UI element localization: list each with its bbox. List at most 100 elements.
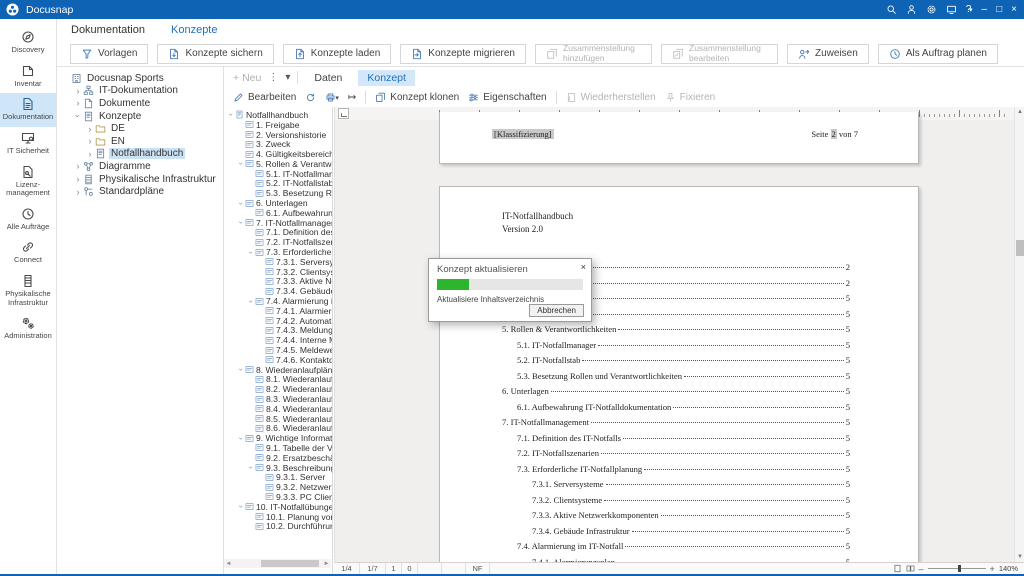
tree-item-9-3-3-pc-clients[interactable]: 9.3.3. PC Clients bbox=[224, 492, 332, 502]
tree-item-dokumente[interactable]: ›Dokumente bbox=[57, 97, 223, 110]
clone-concept-button[interactable]: Konzept klonen bbox=[375, 92, 459, 103]
tree-item-de[interactable]: ›DE bbox=[57, 122, 223, 135]
toc-entry-6-unterlagen[interactable]: 6. Unterlagen5 bbox=[502, 386, 850, 402]
tree-item-8-1-wiederanlaufplan-reche[interactable]: 8.1. Wiederanlaufplan Reche bbox=[224, 375, 332, 385]
tree-item-7-4-4-interne-meldung-g[interactable]: 7.4.4. Interne Meldung g bbox=[224, 335, 332, 345]
tree-item-9-3-beschreibung-der-iuk-sy[interactable]: ›9.3. Beschreibung der IuK-Sy bbox=[224, 463, 332, 473]
tab-dokumentation[interactable]: Dokumentation bbox=[71, 24, 145, 36]
collapse-icon[interactable]: › bbox=[73, 111, 83, 121]
tree-item-7-3-4-gebäude-infrastruktur[interactable]: 7.3.4. Gebäude Infrastruktur bbox=[224, 286, 332, 296]
tree-item-10-it-notfallübungen[interactable]: ›10. IT-Notfallübungen bbox=[224, 502, 332, 512]
zusammenstellung-bearbeiten-button[interactable]: Zusammenstellung bearbeiten bbox=[661, 44, 778, 64]
sidebar-item-administration[interactable]: Administration bbox=[0, 312, 56, 346]
tree-item-7-3-erforderliche-it-notfallplanung[interactable]: ›7.3. Erforderliche IT-Notfallplanung bbox=[224, 247, 332, 257]
user-icon[interactable] bbox=[906, 4, 917, 15]
search-icon[interactable] bbox=[886, 4, 897, 15]
tree-item-diagramme[interactable]: ›Diagramme bbox=[57, 160, 223, 173]
toc-entry-7-it-notfallmanagement[interactable]: 7. IT-Notfallmanagement5 bbox=[502, 417, 850, 433]
tree-item-7-4-5-meldeweg[interactable]: 7.4.5. Meldeweg bbox=[224, 345, 332, 355]
edit-button[interactable]: Bearbeiten bbox=[233, 92, 296, 103]
sidebar-item-discovery[interactable]: Discovery bbox=[0, 26, 56, 60]
zoom-in-button[interactable]: + bbox=[990, 564, 995, 574]
tab-stop-selector[interactable] bbox=[338, 108, 349, 119]
toc-entry-5-2-it-notfallstab[interactable]: 5.2. IT-Notfallstab5 bbox=[502, 355, 850, 371]
expand-icon[interactable]: › bbox=[73, 161, 83, 171]
collapse-icon[interactable]: › bbox=[227, 111, 236, 119]
tree-item-7-4-alarmierung-im-it-notfall[interactable]: ›7.4. Alarmierung im IT-Notfall bbox=[224, 296, 332, 306]
tree-item-9-3-1-server[interactable]: 9.3.1. Server bbox=[224, 472, 332, 482]
page-view-icon[interactable] bbox=[893, 564, 902, 573]
tree-item-notfallhandbuch[interactable]: ›Notfallhandbuch bbox=[224, 110, 332, 120]
tree-item-docusnap-sports[interactable]: Docusnap Sports bbox=[57, 72, 223, 85]
tree-item-8-6-wiederanlaufplan-kritisc[interactable]: 8.6. Wiederanlaufplan kritisc bbox=[224, 424, 332, 434]
properties-button[interactable]: Eigenschaften bbox=[468, 92, 546, 103]
tree-item-notfallhandbuch[interactable]: ›Notfallhandbuch bbox=[57, 148, 223, 161]
cancel-button[interactable]: Abbrechen bbox=[529, 304, 584, 317]
toc-entry-5-1-it-notfallmanager[interactable]: 5.1. IT-Notfallmanager5 bbox=[502, 340, 850, 356]
konzepte-laden-button[interactable]: Konzepte laden bbox=[283, 44, 392, 64]
tree-item-10-1-planung-von-it-notfal[interactable]: 10.1. Planung von IT-Notfal bbox=[224, 512, 332, 522]
tree-item-5-2-it-notfallstab[interactable]: 5.2. IT-Notfallstab bbox=[224, 179, 332, 189]
toc-entry-7-3-1-serversysteme[interactable]: 7.3.1. Serversysteme5 bbox=[502, 479, 850, 495]
toc-entry-7-3-2-clientsysteme[interactable]: 7.3.2. Clientsysteme5 bbox=[502, 495, 850, 511]
zusammenstellung-hinzufügen-button[interactable]: Zusammenstellung hinzufügen bbox=[535, 44, 652, 64]
display-options-icon[interactable] bbox=[946, 4, 957, 15]
tree-item-9-3-2-netzwerkinfrastrukt[interactable]: 9.3.2. Netzwerkinfrastrukt bbox=[224, 482, 332, 492]
tab-konzepte[interactable]: Konzepte bbox=[171, 24, 217, 36]
tree-item-7-3-2-clientsysteme[interactable]: 7.3.2. Clientsysteme bbox=[224, 267, 332, 277]
expand-icon[interactable]: › bbox=[73, 98, 83, 108]
scroll-right-icon[interactable]: ► bbox=[322, 561, 331, 567]
tree-item-8-4-wiederanlaufplan-erp[interactable]: 8.4. Wiederanlaufplan ERP bbox=[224, 404, 332, 414]
tree-item-7-4-6-kontaktdaten-it-n[interactable]: 7.4.6. Kontaktdaten IT-N bbox=[224, 355, 332, 365]
sidebar-item-it-sicherheit[interactable]: IT Sicherheit bbox=[0, 127, 56, 161]
dropdown-icon[interactable]: ▾ bbox=[285, 72, 290, 83]
refresh-button[interactable] bbox=[305, 92, 316, 103]
new-button[interactable]: + Neu bbox=[233, 72, 261, 84]
tree-item-7-1-definition-des-it-notfalls[interactable]: 7.1. Definition des IT-Notfalls bbox=[224, 228, 332, 238]
toc-entry-7-3-4-gebäude-infrastruktur[interactable]: 7.3.4. Gebäude Infrastruktur5 bbox=[502, 526, 850, 542]
expand-icon[interactable]: › bbox=[73, 187, 83, 197]
expand-icon[interactable]: › bbox=[85, 136, 95, 146]
tree-item-konzepte[interactable]: ›Konzepte bbox=[57, 110, 223, 123]
tree-item-7-3-1-serversysteme[interactable]: 7.3.1. Serversysteme bbox=[224, 257, 332, 267]
tree-item-4-gültigkeitsbereich[interactable]: 4. Gültigkeitsbereich bbox=[224, 149, 332, 159]
collapse-icon[interactable]: › bbox=[237, 160, 246, 168]
tab-daten[interactable]: Daten bbox=[305, 70, 351, 86]
tree-item-9-1-tabelle-der-verfügbarke[interactable]: 9.1. Tabelle der Verfügbarke bbox=[224, 443, 332, 453]
toc-entry-7-4-alarmierung-im-it-notfall[interactable]: 7.4. Alarmierung im IT-Notfall5 bbox=[502, 541, 850, 557]
document-page-2[interactable]: IT-Notfallhandbuch Version 2.0 1. Freiga… bbox=[439, 186, 919, 562]
scroll-up-icon[interactable]: ▲ bbox=[1015, 107, 1024, 117]
classification-field[interactable]: [Klassifizierung] bbox=[492, 129, 554, 139]
tree-item-7-2-it-notfallszenarien[interactable]: 7.2. IT-Notfallszenarien bbox=[224, 237, 332, 247]
toc-entry-7-3-erforderliche-it-notfallplanung[interactable]: 7.3. Erforderliche IT-Notfallplanung5 bbox=[502, 464, 850, 480]
toc-entry-7-3-3-aktive-netzwerkkomponenten[interactable]: 7.3.3. Aktive Netzwerkkomponenten5 bbox=[502, 510, 850, 526]
toc-entry-6-1-aufbewahrung-it-notfalldokumentation[interactable]: 6.1. Aufbewahrung IT-Notfalldokumentatio… bbox=[502, 402, 850, 418]
tree-item-9-2-ersatzbeschäftigungspla[interactable]: 9.2. Ersatzbeschäftigungspla bbox=[224, 453, 332, 463]
goto-button[interactable]: ↦ bbox=[348, 92, 356, 103]
sidebar-item-dokumentation[interactable]: Dokumentation bbox=[0, 93, 56, 127]
konzepte-sichern-button[interactable]: Konzepte sichern bbox=[157, 44, 273, 64]
tree-item-8-2-wiederanlaufplan-active[interactable]: 8.2. Wiederanlaufplan Active bbox=[224, 384, 332, 394]
zoom-slider[interactable] bbox=[928, 568, 986, 569]
print-button[interactable]: ▾ bbox=[325, 92, 339, 103]
vorlagen-button[interactable]: Vorlagen bbox=[70, 44, 148, 64]
collapse-icon[interactable]: › bbox=[237, 219, 246, 227]
tree-item-7-3-3-aktive-netzwerkkomponenten[interactable]: 7.3.3. Aktive Netzwerkkomponenten bbox=[224, 277, 332, 287]
maximize-button[interactable]: □ bbox=[996, 0, 1002, 19]
document-page-1[interactable]: [Klassifizierung] Seite 2 von 7 bbox=[439, 112, 919, 164]
collapse-icon[interactable]: › bbox=[237, 434, 246, 442]
collapse-icon[interactable]: › bbox=[247, 464, 256, 472]
collapse-icon[interactable]: › bbox=[237, 366, 246, 374]
tree-item-6-1-aufbewahrung-it-notfalldokumentation[interactable]: 6.1. Aufbewahrung IT-Notfalldokumentatio… bbox=[224, 208, 332, 218]
collapse-icon[interactable]: › bbox=[247, 297, 256, 305]
help-button[interactable]: ? ▾ bbox=[966, 0, 973, 20]
toc-entry-5-rollen-verantwortlichkeiten[interactable]: 5. Rollen & Verantwortlichkeiten5 bbox=[502, 324, 850, 340]
sidebar-item-inventar[interactable]: Inventar bbox=[0, 60, 56, 94]
zuweisen-button[interactable]: Zuweisen bbox=[787, 44, 869, 64]
more-menu-icon[interactable]: ⋮ bbox=[268, 72, 278, 83]
tree-item-5-rollen-verantwortlichkeiten[interactable]: ›5. Rollen & Verantwortlichkeiten bbox=[224, 159, 332, 169]
tree-item-10-2-durchführung-von-it-n[interactable]: 10.2. Durchführung von IT-N bbox=[224, 521, 332, 531]
tree-item-en[interactable]: ›EN bbox=[57, 135, 223, 148]
scrollbar-thumb[interactable] bbox=[1016, 240, 1024, 256]
konzepte-migrieren-button[interactable]: Konzepte migrieren bbox=[400, 44, 526, 64]
